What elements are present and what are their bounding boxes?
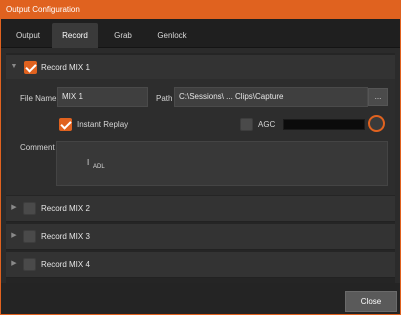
browse-button[interactable]: ... xyxy=(368,88,388,106)
tab-genlock[interactable]: Genlock xyxy=(148,23,196,48)
chevron-right-icon[interactable]: ▶ xyxy=(10,232,18,240)
tab-record[interactable]: Record xyxy=(52,23,98,48)
tab-grab[interactable]: Grab xyxy=(104,23,142,48)
chevron-right-icon[interactable]: ▶ xyxy=(10,260,18,268)
path-label: Path xyxy=(156,94,173,103)
record-mix-2-checkbox[interactable] xyxy=(23,202,36,215)
agc-checkbox[interactable] xyxy=(240,118,253,131)
record-mix-3-header[interactable]: ▶ Record MIX 3 xyxy=(6,224,395,250)
record-mix-4-header[interactable]: ▶ Record MIX 4 xyxy=(6,252,395,278)
agc-label: AGC xyxy=(258,120,276,129)
file-name-label: File Name xyxy=(20,94,57,103)
window-title: Output Configuration xyxy=(0,0,401,19)
record-mix-3-label: Record MIX 3 xyxy=(41,232,90,241)
agc-level-bar[interactable] xyxy=(283,119,365,130)
tab-bar: Output Record Grab Genlock xyxy=(0,19,401,48)
comment-textarea[interactable]: I ADL xyxy=(56,141,388,186)
tab-output[interactable]: Output xyxy=(8,23,48,48)
path-input[interactable]: C:\Sessions\ ... Clips\Capture xyxy=(174,87,368,107)
record-mix-2-label: Record MIX 2 xyxy=(41,204,90,213)
chevron-down-icon[interactable]: ▼ xyxy=(10,63,18,71)
agc-knob[interactable] xyxy=(368,115,385,132)
record-mix-1-settings: File Name MIX 1 Path C:\Sessions\ ... Cl… xyxy=(6,79,395,195)
chevron-right-icon[interactable]: ▶ xyxy=(10,204,18,212)
record-mix-2-header[interactable]: ▶ Record MIX 2 xyxy=(6,196,395,222)
dialog-footer xyxy=(0,283,401,315)
text-cursor-icon: I xyxy=(87,158,90,167)
file-name-input[interactable]: MIX 1 xyxy=(57,87,148,107)
close-button[interactable]: Close xyxy=(345,291,397,312)
instant-replay-label: Instant Replay xyxy=(77,120,129,129)
record-mix-1-label: Record MIX 1 xyxy=(41,63,90,72)
instant-replay-checkbox[interactable] xyxy=(59,118,72,131)
record-panel: ▼ Record MIX 1 File Name MIX 1 Path C:\S… xyxy=(6,53,395,283)
record-mix-4-checkbox[interactable] xyxy=(23,258,36,271)
output-configuration-window: Output Configuration Output Record Grab … xyxy=(0,0,401,315)
record-mix-4-label: Record MIX 4 xyxy=(41,260,90,269)
record-mix-3-checkbox[interactable] xyxy=(23,230,36,243)
comment-label: Comment xyxy=(20,143,55,152)
record-mix-1-checkbox[interactable] xyxy=(24,61,37,74)
record-mix-1-header[interactable]: ▼ Record MIX 1 xyxy=(6,55,395,81)
comment-overlay-text: ADL xyxy=(93,164,105,170)
